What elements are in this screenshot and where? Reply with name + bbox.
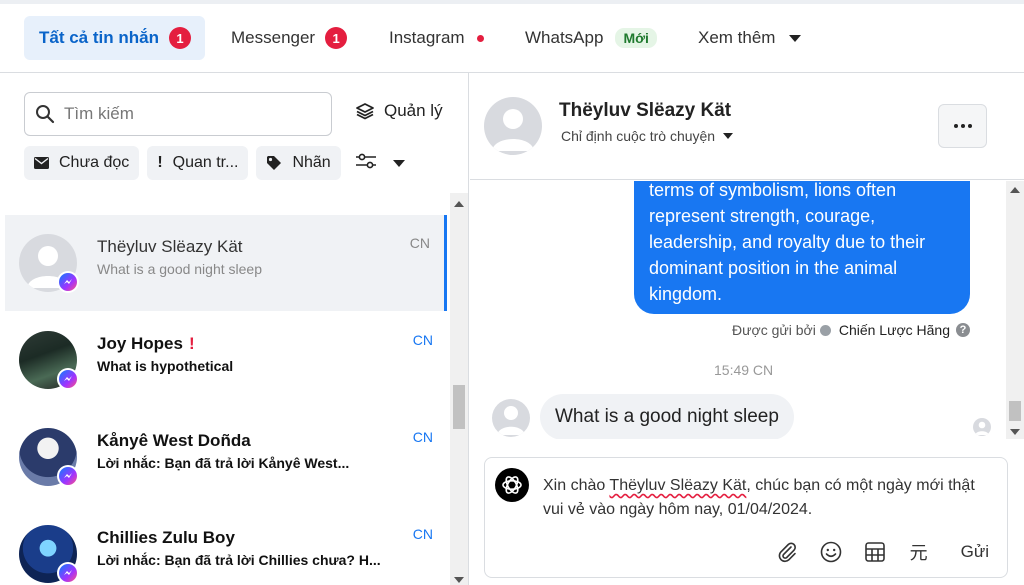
assign-label: Chỉ định cuộc trò chuyện bbox=[561, 128, 716, 144]
conversation-item-chillies[interactable]: Chillies Zulu Boy Lời nhắc: Bạn đã trả l… bbox=[5, 506, 447, 585]
tab-bar: Tất cả tin nhắn 1 Messenger 1 Instagram … bbox=[0, 0, 1024, 73]
chat-header: Thëyluv Slëazy Kät Chỉ định cuộc trò chu… bbox=[470, 73, 1024, 180]
messenger-icon bbox=[57, 465, 79, 487]
conversation-panel: Quản lý Chưa đọc ! Quan tr... Nhãn bbox=[0, 73, 469, 585]
message-preview: Lời nhắc: Bạn đã trả lời Kånyê West... bbox=[97, 455, 350, 471]
scroll-down-arrow[interactable] bbox=[454, 577, 464, 583]
filter-bar: Chưa đọc ! Quan tr... Nhãn bbox=[24, 146, 411, 180]
message-preview: What is hypothetical bbox=[97, 358, 234, 374]
message-preview: Lời nhắc: Bạn đã trả lời Chillies chưa? … bbox=[97, 552, 381, 568]
tag-icon bbox=[266, 155, 282, 171]
emoji-icon[interactable] bbox=[819, 540, 843, 564]
chat-panel: Thëyluv Slëazy Kät Chỉ định cuộc trò chu… bbox=[470, 73, 1024, 585]
chat-title: Thëyluv Slëazy Kät bbox=[559, 100, 732, 121]
chevron-down-icon bbox=[392, 159, 405, 167]
conversation-item-theyluv[interactable]: Thëyluv Slëazy Kät What is a good night … bbox=[5, 215, 447, 311]
outgoing-message: terms of symbolism, lions often represen… bbox=[634, 181, 970, 314]
exclamation-icon: ! bbox=[157, 154, 163, 171]
contact-name: Joy Hopes! bbox=[97, 334, 195, 353]
chatgpt-icon bbox=[495, 468, 529, 502]
conversation-list: Thëyluv Slëazy Kät What is a good night … bbox=[0, 181, 447, 585]
filter-unread[interactable]: Chưa đọc bbox=[24, 146, 140, 180]
filter-label: Chưa đọc bbox=[59, 154, 130, 171]
more-options-button[interactable] bbox=[938, 104, 987, 148]
table-icon[interactable] bbox=[863, 540, 887, 564]
more-icon bbox=[953, 124, 958, 128]
search-box[interactable] bbox=[24, 92, 332, 136]
check-icon bbox=[819, 324, 831, 336]
chevron-down-icon bbox=[789, 34, 802, 42]
message-time: CN bbox=[412, 429, 433, 445]
seen-avatar bbox=[973, 418, 991, 436]
search-icon bbox=[36, 105, 55, 124]
sent-by-label: Được gửi bởi bbox=[732, 322, 816, 338]
message-time: CN bbox=[412, 332, 433, 348]
message-timestamp: 15:49 CN bbox=[714, 362, 774, 378]
avatar bbox=[484, 97, 542, 155]
list-scrollbar[interactable] bbox=[450, 193, 468, 585]
conversation-item-kanye[interactable]: Kånyê West Doñda Lời nhắc: Bạn đã trả lờ… bbox=[5, 409, 447, 505]
message-thread: terms of symbolism, lions often represen… bbox=[470, 181, 1024, 439]
unread-badge: 1 bbox=[325, 27, 348, 49]
message-composer[interactable]: Xin chào Thëyluv Slëazy Kät, chúc bạn có… bbox=[484, 457, 1008, 578]
incoming-message: What is a good night sleep bbox=[540, 394, 794, 439]
sender-name: Chiến Lược Hãng bbox=[838, 322, 950, 338]
assign-conversation[interactable]: Chỉ định cuộc trò chuyện bbox=[561, 128, 734, 144]
avatar bbox=[492, 399, 530, 437]
composer-toolbar: 元 Gửi bbox=[775, 537, 989, 567]
window-edge bbox=[0, 0, 1024, 4]
sent-by-info: Được gửi bởi Chiến Lược Hãng ? bbox=[732, 322, 970, 338]
inbox-app: Tất cả tin nhắn 1 Messenger 1 Instagram … bbox=[0, 0, 1024, 585]
help-icon[interactable]: ? bbox=[956, 323, 970, 337]
tab-label: WhatsApp bbox=[525, 28, 604, 47]
sliders-icon bbox=[355, 153, 377, 174]
manage-button[interactable]: Quản lý bbox=[355, 101, 443, 121]
tab-label: Tất cả tin nhắn bbox=[39, 28, 159, 47]
tab-messenger[interactable]: Messenger 1 bbox=[221, 16, 357, 60]
tab-label: Messenger bbox=[231, 28, 316, 47]
contact-name: Thëyluv Slëazy Kät bbox=[97, 237, 243, 256]
important-flag-icon: ! bbox=[188, 334, 195, 353]
message-time: CN bbox=[409, 235, 430, 251]
tab-whatsapp[interactable]: WhatsApp Mới bbox=[515, 16, 667, 60]
spellcheck-word: Thëyluv Slëazy Kät bbox=[609, 477, 747, 494]
filter-labels[interactable]: Nhãn bbox=[256, 146, 341, 180]
messenger-icon bbox=[57, 562, 79, 584]
envelope-icon bbox=[34, 157, 49, 169]
tab-label: Instagram bbox=[389, 28, 465, 47]
contact-name: Kånyê West Doñda bbox=[97, 431, 251, 450]
messenger-icon bbox=[57, 271, 79, 293]
paperclip-icon[interactable] bbox=[775, 540, 799, 564]
new-pill: Mới bbox=[615, 28, 657, 48]
composer-text[interactable]: Xin chào Thëyluv Slëazy Kät, chúc bạn có… bbox=[543, 474, 998, 522]
scrollbar-thumb[interactable] bbox=[453, 385, 465, 429]
list-item[interactable] bbox=[5, 181, 447, 197]
scroll-up-arrow[interactable] bbox=[454, 201, 464, 207]
conversation-item-joy-hopes[interactable]: Joy Hopes! What is hypothetical CN bbox=[5, 312, 447, 408]
contact-name: Chillies Zulu Boy bbox=[97, 528, 235, 547]
tab-label: Xem thêm bbox=[698, 28, 776, 47]
search-input[interactable] bbox=[64, 104, 304, 124]
thread-scrollbar[interactable] bbox=[1006, 181, 1024, 439]
chevron-down-icon bbox=[723, 133, 734, 139]
tab-all-messages[interactable]: Tất cả tin nhắn 1 bbox=[24, 16, 205, 60]
filter-label: Nhãn bbox=[292, 154, 331, 171]
tab-see-more[interactable]: Xem thêm bbox=[688, 16, 811, 60]
unread-dot bbox=[476, 34, 484, 42]
unread-badge: 1 bbox=[168, 27, 191, 49]
layers-icon bbox=[356, 103, 374, 120]
scrollbar-thumb[interactable] bbox=[1009, 401, 1021, 421]
currency-icon[interactable]: 元 bbox=[907, 540, 931, 564]
filter-important[interactable]: ! Quan tr... bbox=[147, 146, 249, 180]
message-time: CN bbox=[412, 526, 433, 542]
messenger-icon bbox=[57, 368, 79, 390]
filter-settings[interactable] bbox=[349, 146, 411, 180]
message-preview: What is a good night sleep bbox=[97, 261, 262, 277]
filter-label: Quan tr... bbox=[172, 154, 239, 171]
send-button[interactable]: Gửi bbox=[961, 542, 989, 562]
manage-label: Quản lý bbox=[384, 101, 443, 120]
scroll-down-arrow[interactable] bbox=[1010, 429, 1020, 435]
scroll-up-arrow[interactable] bbox=[1010, 187, 1020, 193]
tab-instagram[interactable]: Instagram bbox=[379, 16, 494, 60]
